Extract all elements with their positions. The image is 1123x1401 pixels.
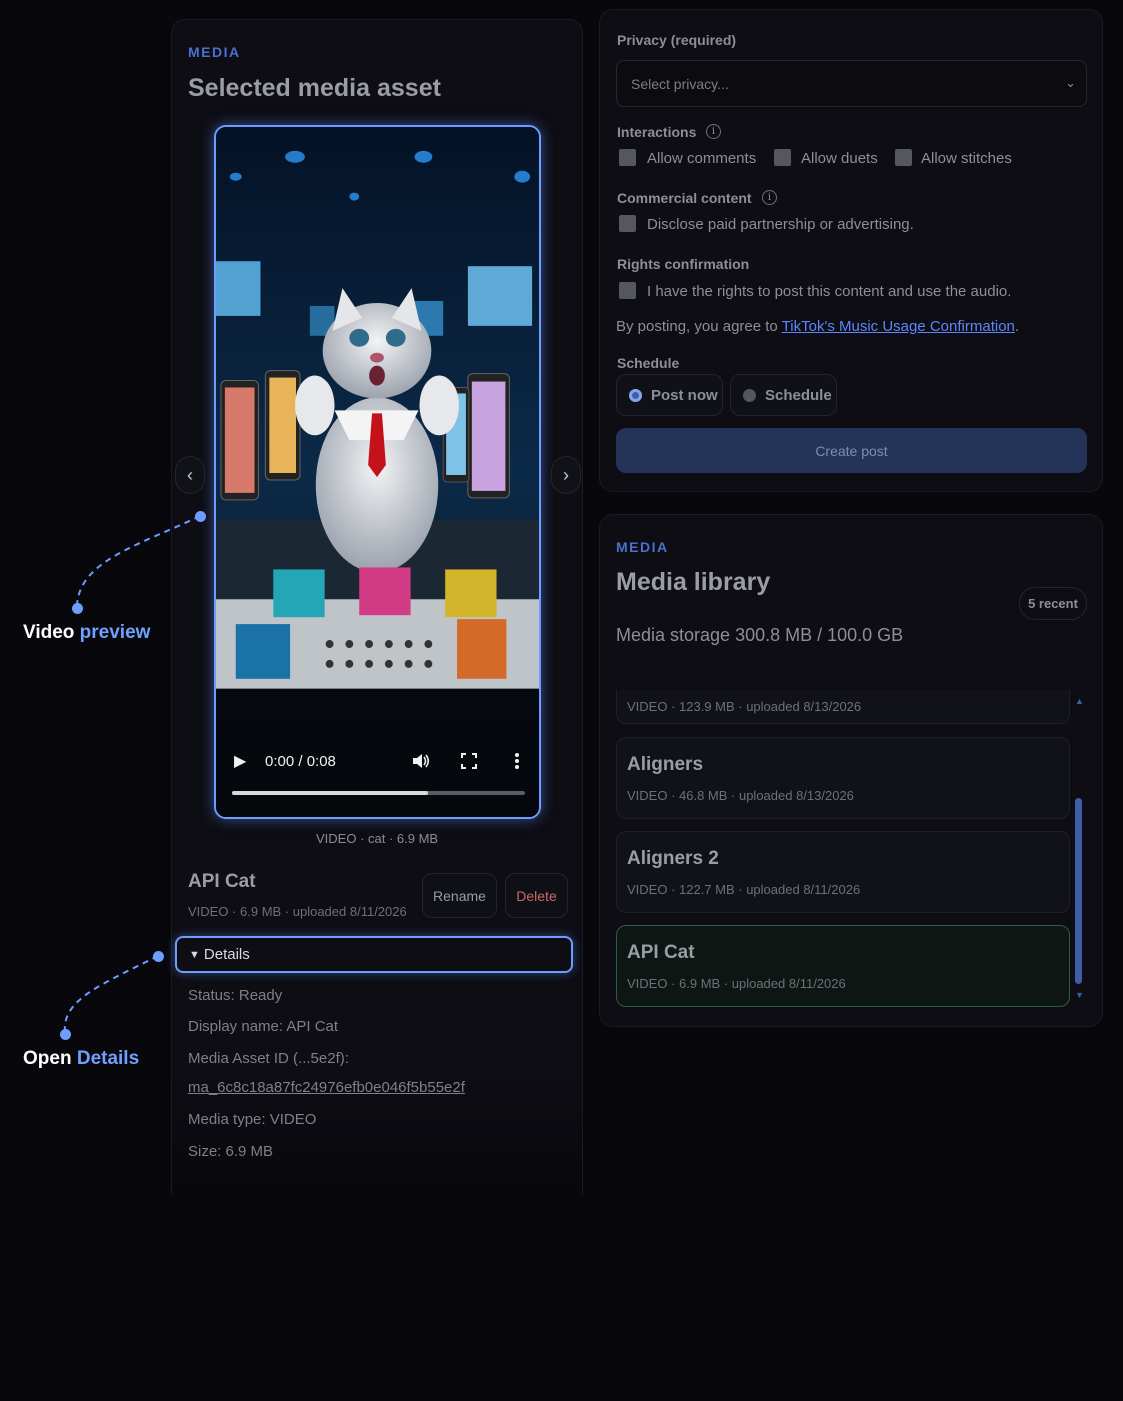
list-item[interactable]: Aligners VIDEO · 46.8 MB · uploaded 8/13…	[616, 737, 1070, 819]
storage-usage: Media storage 300.8 MB / 100.0 GB	[616, 625, 904, 645]
schedule-option[interactable]: Schedule	[730, 374, 837, 416]
annotation-connectors	[63, 515, 201, 1033]
rename-button[interactable]: Rename	[422, 873, 497, 918]
privacy-placeholder: Select privacy...	[631, 75, 729, 92]
next-media-button[interactable]: ›	[551, 456, 581, 494]
allow-comments-label: Allow comments	[647, 150, 757, 167]
library-scrollbar-thumb[interactable]	[1075, 798, 1082, 984]
list-item-title: API Cat	[627, 942, 695, 963]
music-usage-link[interactable]: TikTok's Music Usage Confirmation	[782, 318, 1015, 335]
commercial-content-label: Commercial content	[617, 190, 752, 206]
commercial-disclosure-label: Disclose paid partnership or advertising…	[647, 216, 914, 233]
volume-icon[interactable]	[411, 751, 431, 776]
fullscreen-icon[interactable]	[461, 753, 477, 774]
rights-confirmation-label: Rights confirmation	[617, 256, 750, 272]
scroll-down-icon[interactable]: ▼	[1075, 990, 1084, 1000]
recent-count-badge: 5 recent	[1019, 587, 1087, 620]
chevron-down-icon: ⌄	[1065, 75, 1076, 90]
panel-title: Selected media asset	[188, 74, 441, 102]
post-now-label: Post now	[651, 386, 718, 404]
music-usage-notice: By posting, you agree to TikTok's Music …	[616, 318, 1020, 335]
list-item[interactable]: Aligners 2 VIDEO · 122.7 MB · uploaded 8…	[616, 831, 1070, 913]
more-options-icon[interactable]	[514, 752, 520, 775]
details-toggle[interactable]: ▼ Details	[175, 936, 573, 973]
allow-stitches-label: Allow stitches	[921, 150, 1012, 167]
annotation-open-details: Open Details	[23, 1048, 140, 1069]
rights-checkbox[interactable]	[619, 282, 636, 299]
allow-stitches-checkbox[interactable]	[895, 149, 912, 166]
list-item-selected[interactable]: API Cat VIDEO · 6.9 MB · uploaded 8/11/2…	[616, 925, 1070, 1007]
list-item-meta: VIDEO · 46.8 MB · uploaded 8/13/2026	[627, 788, 854, 803]
video-frame-image	[216, 127, 539, 817]
library-eyebrow: MEDIA	[616, 539, 669, 555]
video-progress-fill	[232, 791, 429, 795]
annotation-dot	[72, 603, 83, 614]
annotation-dot	[153, 951, 164, 962]
post-now-option[interactable]: Post now	[616, 374, 723, 416]
radio-unselected-icon	[743, 388, 756, 402]
info-icon[interactable]: i	[762, 190, 777, 205]
video-caption: VIDEO · cat · 6.9 MB	[316, 831, 439, 846]
video-player[interactable]: ▶ 0:00 / 0:08	[214, 125, 541, 819]
delete-button[interactable]: Delete	[505, 873, 568, 918]
interactions-label: Interactions	[617, 124, 697, 140]
radio-selected-icon	[629, 388, 642, 402]
allow-comments-checkbox[interactable]	[619, 149, 636, 166]
annotation-video-preview: Video preview	[23, 622, 151, 643]
media-library-list[interactable]: VIDEO · 123.9 MB · uploaded 8/13/2026 Al…	[616, 690, 1074, 1010]
annotation-dot	[195, 511, 206, 522]
privacy-label: Privacy (required)	[617, 32, 737, 48]
info-icon[interactable]: i	[706, 124, 721, 139]
video-time: 0:00 / 0:08	[265, 753, 336, 770]
commercial-disclosure-checkbox[interactable]	[619, 215, 636, 232]
list-item-title: Aligners	[627, 754, 704, 775]
play-icon[interactable]: ▶	[234, 751, 246, 771]
scroll-up-icon[interactable]: ▲	[1075, 696, 1084, 706]
video-progress-bar[interactable]	[232, 791, 525, 795]
annotation-dot	[60, 1029, 71, 1040]
detail-size: Size: 6.9 MB	[188, 1143, 274, 1160]
list-item-meta: VIDEO · 6.9 MB · uploaded 8/11/2026	[627, 976, 846, 991]
list-item-meta: VIDEO · 123.9 MB · uploaded 8/13/2026	[627, 699, 862, 714]
list-item-title: Aligners 2	[627, 848, 719, 869]
asset-meta: VIDEO · 6.9 MB · uploaded 8/11/2026	[188, 904, 407, 919]
allow-duets-checkbox[interactable]	[774, 149, 791, 166]
schedule-label: Schedule	[617, 355, 680, 371]
privacy-select[interactable]: Select privacy... ⌄	[616, 60, 1087, 107]
schedule-option-label: Schedule	[765, 386, 832, 404]
list-item[interactable]: VIDEO · 123.9 MB · uploaded 8/13/2026	[616, 690, 1070, 724]
list-item-meta: VIDEO · 122.7 MB · uploaded 8/11/2026	[627, 882, 861, 897]
detail-media-type: Media type: VIDEO	[188, 1111, 317, 1128]
detail-asset-id[interactable]: ma_6c8c18a87fc24976efb0e046f5b55e2f	[188, 1079, 465, 1096]
allow-duets-label: Allow duets	[801, 150, 878, 167]
rights-checkbox-label: I have the rights to post this content a…	[647, 283, 1012, 300]
library-title: Media library	[616, 568, 771, 596]
create-post-button[interactable]: Create post	[616, 428, 1087, 473]
